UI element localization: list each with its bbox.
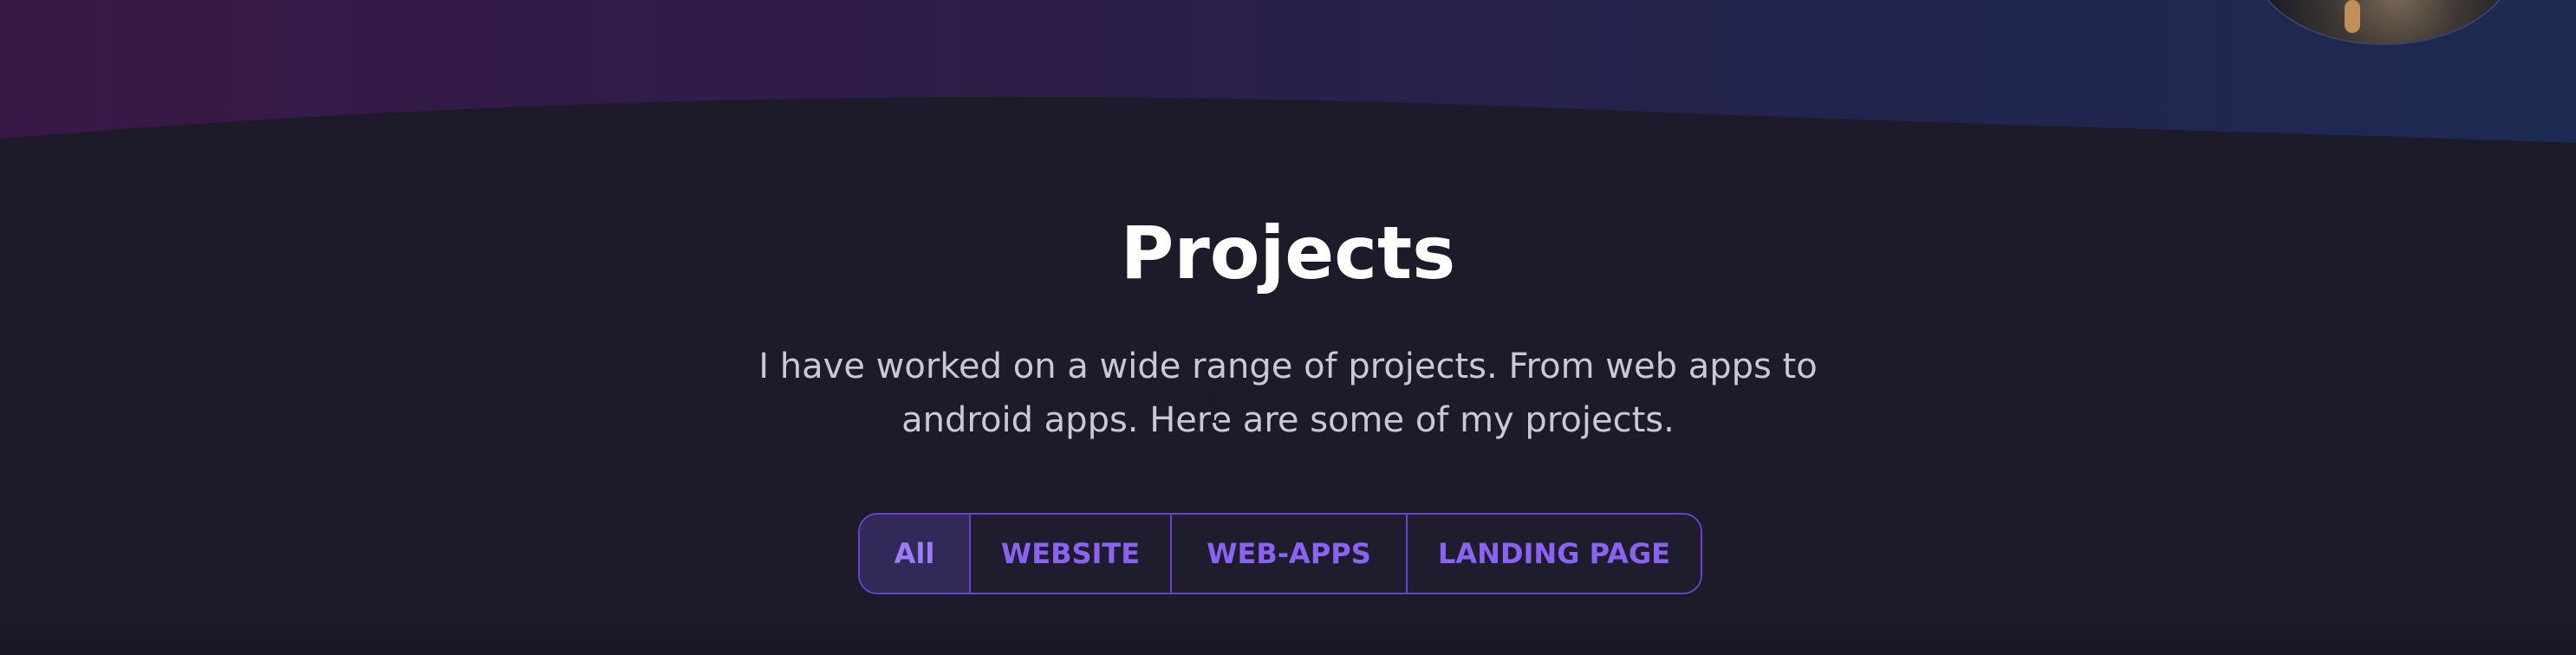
wave-divider <box>0 96 2576 152</box>
text-cursor-icon <box>1207 388 1219 423</box>
project-filter-tabs: All WEBSITE WEB-APPS LANDING PAGE <box>858 513 1702 594</box>
bottom-shadow <box>0 620 2576 655</box>
header-gradient-band <box>0 0 2576 152</box>
filter-all-button[interactable]: All <box>860 515 971 593</box>
avatar-highlight <box>2345 0 2360 33</box>
filter-landing-page-button[interactable]: LANDING PAGE <box>1408 515 1701 593</box>
filter-web-apps-button[interactable]: WEB-APPS <box>1172 515 1408 593</box>
projects-description: I have worked on a wide range of project… <box>758 347 1818 440</box>
filter-website-button[interactable]: WEBSITE <box>971 515 1172 593</box>
projects-title: Projects <box>1120 211 1456 295</box>
